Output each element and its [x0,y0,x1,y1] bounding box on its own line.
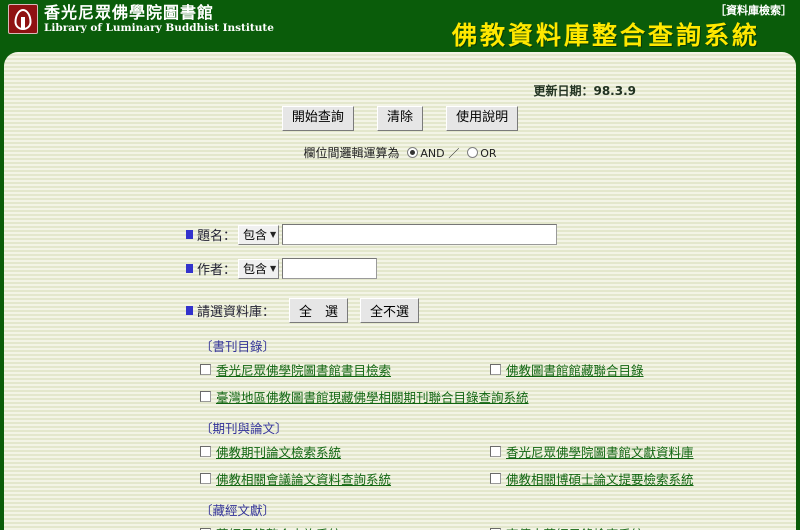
database-item[interactable]: 藏經目錄整合查詢系統 [200,524,490,530]
title-field-label: 題名： [197,229,237,244]
author-field-label: 作者： [197,263,237,278]
title-operator-value: 包含 [243,228,268,242]
database-group: 〔藏經文獻〕藏經目錄整合查詢系統 南傳大藏經目錄檢索系統 [200,500,780,530]
site-logo[interactable]: 香光尼眾佛學院圖書館 Library of Luminary Buddhist … [8,4,274,34]
bullet-square-icon [186,230,193,239]
database-item[interactable]: 佛教圖書館館藏聯合目錄 [490,360,780,379]
select-all-button[interactable]: 全 選 [289,298,349,323]
database-item[interactable]: 臺灣地區佛教圖書館現藏佛學相關期刊聯合目錄查詢系統 [200,387,780,406]
database-groups: 〔書刊目錄〕香光尼眾佛學院圖書館書目檢索 佛教圖書館館藏聯合目錄臺灣地區佛教圖書館… [200,336,780,530]
help-button[interactable]: 使用說明 [446,106,519,131]
logic-or-label: OR [480,147,497,160]
database-item-list: 佛教期刊論文檢索系統 香光尼眾佛學院圖書館文獻資料庫佛教相關會議論文資料查詢系統 佛… [200,442,780,496]
database-checkbox[interactable] [490,473,501,484]
database-group-title: 〔藏經文獻〕 [200,503,276,518]
database-link[interactable]: 佛教期刊論文檢索系統 [216,442,341,461]
database-group-title: 〔書刊目錄〕 [200,339,276,354]
database-link[interactable]: 臺灣地區佛教圖書館現藏佛學相關期刊聯合目錄查詢系統 [216,387,529,406]
bullet-square-icon [186,306,193,315]
author-field-row: 作者： 包含 ▼ [186,258,378,279]
bullet-square-icon [186,264,193,273]
chevron-down-icon: ▼ [270,230,277,239]
main-panel: 更新日期：98.3.9 開始查詢 清除 使用說明 欄位間邏輯運算為 AND ／ … [4,52,796,530]
database-checkbox[interactable] [490,446,501,457]
database-item-list: 香光尼眾佛學院圖書館書目檢索 佛教圖書館館藏聯合目錄臺灣地區佛教圖書館現藏佛學相關… [200,360,780,414]
title-operator-select[interactable]: 包含 ▼ [238,224,280,245]
page-title: 佛教資料庫整合查詢系統 [452,21,761,50]
logo-title-cn: 香光尼眾佛學院圖書館 [44,3,215,22]
database-checkbox[interactable] [200,473,211,484]
database-link[interactable]: 香光尼眾佛學院圖書館文獻資料庫 [506,442,694,461]
database-link[interactable]: 藏經目錄整合查詢系統 [216,524,341,530]
database-checkbox[interactable] [200,446,211,457]
logic-radio-or[interactable] [467,147,479,158]
lamp-drop-icon [8,4,38,34]
logic-radio-and[interactable] [407,147,419,158]
author-operator-value: 包含 [243,262,268,276]
start-search-button[interactable]: 開始查詢 [281,106,354,131]
database-group: 〔書刊目錄〕香光尼眾佛學院圖書館書目檢索 佛教圖書館館藏聯合目錄臺灣地區佛教圖書館… [200,336,780,414]
database-selector-row: 請選資料庫： 全 選 全不選 [186,298,420,323]
database-link[interactable]: 佛教相關博碩士論文提要檢索系統 [506,469,694,488]
database-item[interactable]: 香光尼眾佛學院圖書館文獻資料庫 [490,442,780,461]
database-group-title: 〔期刊與論文〕 [200,421,288,436]
logic-separator: ／ [448,147,460,160]
logic-operator-label: 欄位間邏輯運算為 [303,146,400,160]
logic-operator-row: 欄位間邏輯運算為 AND ／ OR [4,144,796,161]
logic-and-label: AND [420,147,445,160]
database-link[interactable]: 佛教相關會議論文資料查詢系統 [216,469,391,488]
author-input[interactable] [282,258,378,279]
database-item[interactable]: 佛教相關會議論文資料查詢系統 [200,469,490,488]
clear-button[interactable]: 清除 [376,106,423,131]
database-group: 〔期刊與論文〕佛教期刊論文檢索系統 香光尼眾佛學院圖書館文獻資料庫佛教相關會議論文… [200,418,780,496]
database-link[interactable]: 香光尼眾佛學院圖書館書目檢索 [216,360,391,379]
database-selector-label: 請選資料庫： [197,305,276,320]
update-date: 更新日期：98.3.9 [533,84,636,98]
database-item[interactable]: 佛教相關博碩士論文提要檢索系統 [490,469,780,488]
database-link[interactable]: 南傳大藏經目錄檢索系統 [506,524,644,530]
logo-title-en: Library of Luminary Buddhist Institute [44,22,274,34]
chevron-down-icon: ▼ [270,264,277,273]
site-header: 香光尼眾佛學院圖書館 Library of Luminary Buddhist … [0,0,800,52]
database-checkbox[interactable] [200,391,211,402]
database-item[interactable]: 南傳大藏經目錄檢索系統 [490,524,780,530]
action-button-row: 開始查詢 清除 使用說明 [4,106,796,131]
database-checkbox[interactable] [490,364,501,375]
database-checkbox[interactable] [200,364,211,375]
deselect-all-button[interactable]: 全不選 [360,298,420,323]
author-operator-select[interactable]: 包含 ▼ [238,258,280,279]
database-link[interactable]: 佛教圖書館館藏聯合目錄 [506,360,644,379]
title-input[interactable] [282,224,558,245]
title-field-row: 題名： 包含 ▼ [186,224,558,245]
database-item-list: 藏經目錄整合查詢系統 南傳大藏經目錄檢索系統 [200,524,780,530]
database-item[interactable]: 香光尼眾佛學院圖書館書目檢索 [200,360,490,379]
database-item[interactable]: 佛教期刊論文檢索系統 [200,442,490,461]
